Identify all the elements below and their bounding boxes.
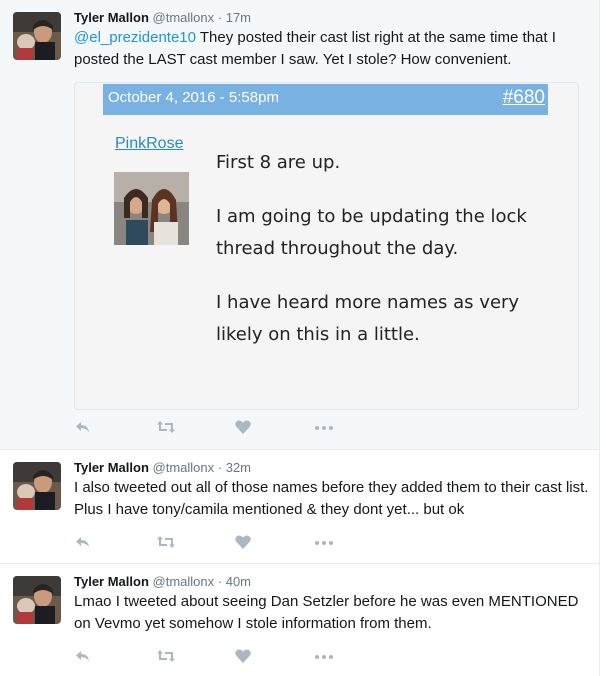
- scrollbar-track[interactable]: [599, 0, 606, 676]
- post-date: October 4, 2016 - 5:58pm: [108, 89, 279, 106]
- more-icon[interactable]: [314, 647, 334, 667]
- tweet-actions: [74, 647, 374, 667]
- tweet[interactable]: Tyler Mallon @tmallonx · 17m @el_prezide…: [0, 0, 600, 450]
- post-paragraph: First 8 are up.: [216, 152, 341, 173]
- tweet-header: Tyler Mallon @tmallonx · 17m: [74, 10, 251, 26]
- tweet-text: @el_prezidente10 They posted their cast …: [74, 27, 589, 71]
- avatar[interactable]: [13, 576, 61, 624]
- tweet-text: Lmao I tweeted about seeing Dan Setzler …: [74, 593, 579, 632]
- separator: ·: [217, 574, 223, 589]
- timestamp[interactable]: 40m: [226, 574, 251, 589]
- tweet[interactable]: Tyler Mallon @tmallonx · 40m Lmao I twee…: [0, 564, 600, 676]
- heart-icon[interactable]: [234, 533, 254, 553]
- heart-icon[interactable]: [234, 418, 254, 438]
- author-handle[interactable]: @tmallonx: [153, 10, 215, 25]
- tweet-feed: Tyler Mallon @tmallonx · 17m @el_prezide…: [0, 0, 606, 676]
- reply-icon[interactable]: [74, 418, 94, 438]
- post-body: First 8 are up. I am going to be updatin…: [216, 147, 556, 373]
- avatar[interactable]: [13, 462, 61, 510]
- retweet-icon[interactable]: [156, 647, 176, 667]
- more-icon[interactable]: [314, 418, 334, 438]
- timestamp[interactable]: 32m: [226, 460, 251, 475]
- author-name[interactable]: Tyler Mallon: [74, 460, 149, 475]
- author-handle[interactable]: @tmallonx: [153, 460, 215, 475]
- post-author-link[interactable]: PinkRose: [115, 135, 183, 153]
- author-name[interactable]: Tyler Mallon: [74, 574, 149, 589]
- quoted-post-card[interactable]: October 4, 2016 - 5:58pm #680 PinkRose F…: [74, 82, 579, 410]
- post-header-bar: October 4, 2016 - 5:58pm #680: [103, 84, 548, 115]
- tweet[interactable]: Tyler Mallon @tmallonx · 32m I also twee…: [0, 450, 600, 564]
- reply-icon[interactable]: [74, 647, 94, 667]
- post-number-link[interactable]: #680: [503, 87, 545, 109]
- author-handle[interactable]: @tmallonx: [153, 574, 215, 589]
- post-author-photo: [114, 172, 189, 245]
- tweet-text: I also tweeted out all of those names be…: [74, 479, 589, 518]
- avatar[interactable]: [13, 12, 61, 60]
- tweet-header: Tyler Mallon @tmallonx · 40m: [74, 574, 251, 590]
- tweet-actions: [74, 533, 374, 553]
- separator: ·: [217, 10, 223, 25]
- retweet-icon[interactable]: [156, 533, 176, 553]
- separator: ·: [217, 460, 223, 475]
- retweet-icon[interactable]: [156, 418, 176, 438]
- tweet-actions: [74, 418, 374, 438]
- author-name[interactable]: Tyler Mallon: [74, 10, 149, 25]
- reply-icon[interactable]: [74, 533, 94, 553]
- post-paragraph: I am going to be updating the lock threa…: [216, 206, 527, 259]
- post-paragraph: I have heard more names as very likely o…: [216, 292, 520, 345]
- more-icon[interactable]: [314, 533, 334, 553]
- tweet-header: Tyler Mallon @tmallonx · 32m: [74, 460, 251, 476]
- mention-link[interactable]: @el_prezidente10: [74, 29, 196, 46]
- timestamp[interactable]: 17m: [226, 10, 251, 25]
- heart-icon[interactable]: [234, 647, 254, 667]
